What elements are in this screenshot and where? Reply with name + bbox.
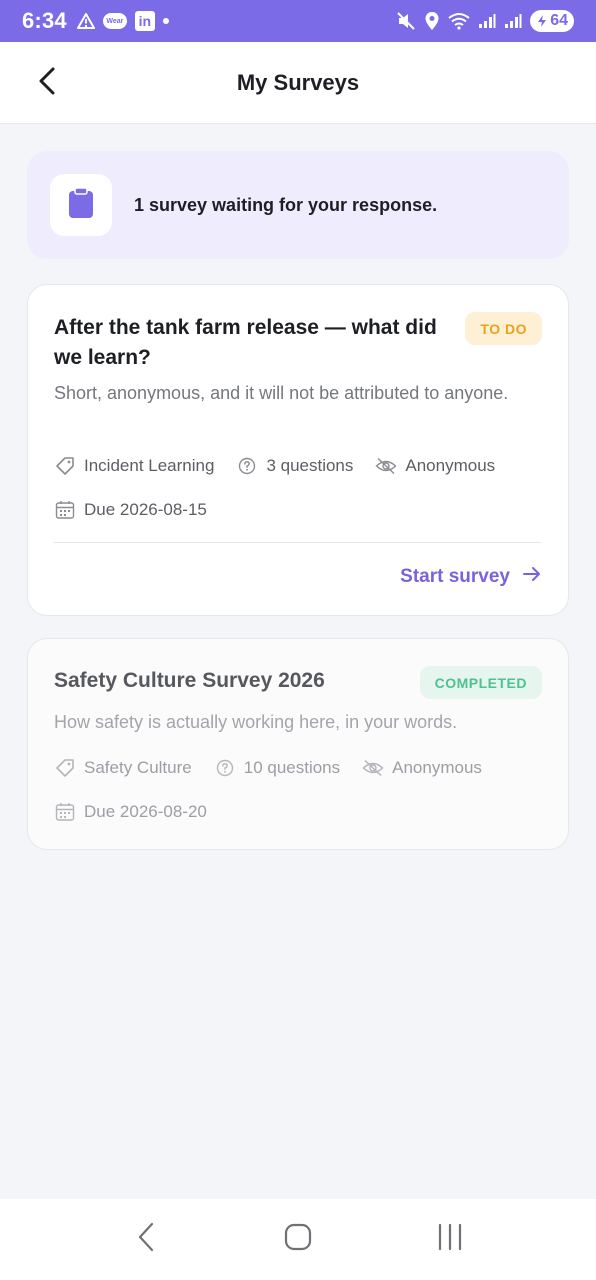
status-time: 6:34 [22,8,67,33]
status-badge: COMPLETED [419,666,542,699]
nav-back-button[interactable] [116,1210,176,1270]
survey-card[interactable]: Safety Culture Survey 2026 COMPLETED How… [27,638,569,850]
battery-level: 64 [550,12,568,29]
location-icon [424,11,440,31]
survey-privacy-label: Anonymous [405,456,496,475]
battery-icon: 64 [530,10,574,32]
signal-icon [478,13,496,29]
survey-questions: 10 questions [214,757,340,779]
app-bar: My Surveys [0,42,596,124]
survey-due-row: Due 2026-08-15 [54,499,229,521]
survey-card[interactable]: After the tank farm release — what did w… [27,284,569,616]
survey-title: Safety Culture Survey 2026 [54,669,325,692]
banner-text: 1 survey waiting for your response. [134,194,438,215]
nav-home-button[interactable] [268,1210,328,1270]
home-nav-icon [284,1223,312,1256]
question-circle-icon [214,757,236,779]
survey-questions-label: 3 questions [266,456,354,475]
survey-due-label: Due 2026-08-20 [84,802,207,821]
webex-icon: Wear [102,13,127,29]
eye-off-icon [362,757,384,779]
pending-surveys-banner: 1 survey waiting for your response. [27,151,569,259]
survey-title: After the tank farm release — what did w… [54,316,437,369]
calendar-icon [54,499,76,521]
survey-description: Short, anonymous, and it will not be att… [54,383,509,403]
tag-icon [54,455,76,477]
survey-due-label: Due 2026-08-15 [84,500,207,519]
survey-category: Safety Culture [54,757,192,779]
survey-meta-row: Safety Culture 10 questions Anonymous [54,757,504,779]
clipboard-icon [68,186,94,224]
start-survey-button[interactable]: Start survey [400,565,542,589]
survey-description: How safety is actually working here, in … [54,712,458,732]
survey-due-row: Due 2026-08-20 [54,801,229,823]
status-badge: TO DO [465,312,542,345]
status-right: 64 [396,10,574,32]
status-notification-icons: Wear in [76,11,169,31]
survey-due: Due 2026-08-20 [54,801,207,823]
survey-category: Incident Learning [54,455,214,477]
question-circle-icon [236,455,258,477]
mute-vibrate-icon [396,11,416,31]
survey-category-label: Safety Culture [84,758,192,777]
survey-privacy: Anonymous [362,757,482,779]
recents-nav-icon [436,1223,464,1256]
banner-icon-box [50,174,112,236]
eye-off-icon [375,455,397,477]
dot-icon [162,18,169,24]
status-bar: 6:34 Wear in 64 [0,0,596,42]
system-nav-bar [0,1199,596,1280]
survey-due: Due 2026-08-15 [54,499,207,521]
survey-questions-label: 10 questions [243,758,341,777]
wifi-icon [448,12,470,30]
back-nav-icon [137,1222,155,1257]
page-title: My Surveys [236,70,360,95]
nav-recents-button[interactable] [420,1210,480,1270]
survey-category-label: Incident Learning [84,456,215,475]
warning-icon [76,13,95,29]
survey-meta-row: Incident Learning 3 questions Anonymous [54,455,517,477]
survey-questions: 3 questions [236,455,353,477]
calendar-icon [54,801,76,823]
tag-icon [54,757,76,779]
status-left: 6:34 Wear in [22,8,169,34]
arrow-right-icon [522,565,542,589]
start-survey-label: Start survey [400,566,510,587]
survey-privacy: Anonymous [375,455,495,477]
linkedin-icon: in [134,11,155,31]
signal-icon [504,13,522,29]
survey-privacy-label: Anonymous [392,758,482,777]
card-divider [54,542,542,543]
